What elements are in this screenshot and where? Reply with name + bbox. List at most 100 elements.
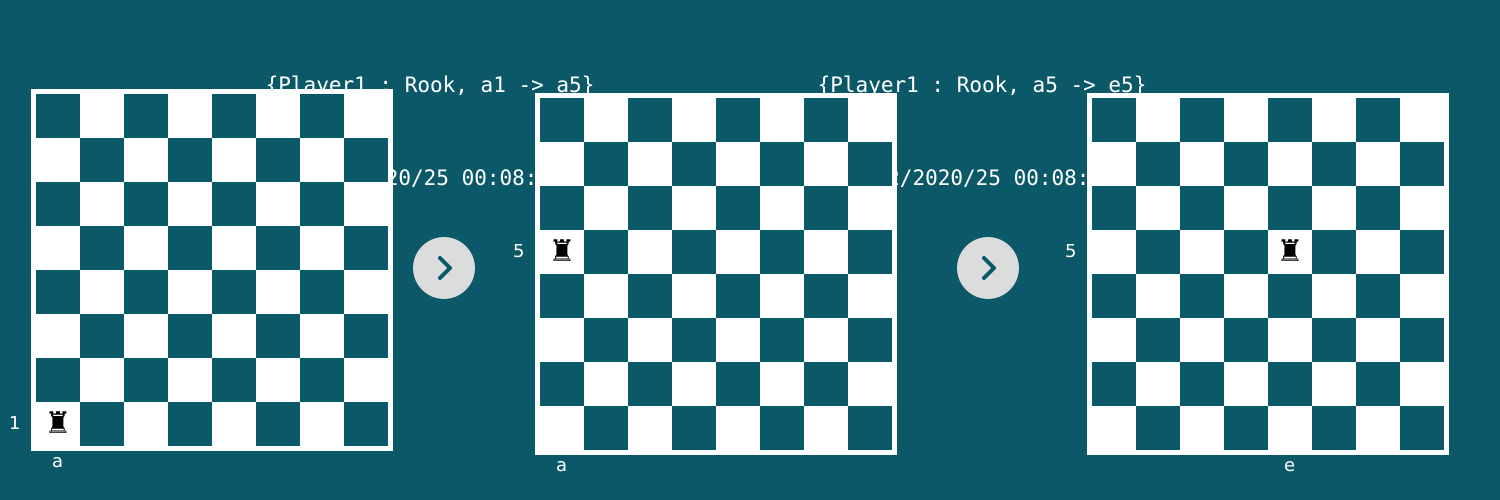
square-b8[interactable] (584, 98, 628, 142)
square-h3[interactable] (1400, 318, 1444, 362)
square-g7[interactable] (804, 142, 848, 186)
square-h7[interactable] (344, 138, 388, 182)
square-c2[interactable] (1180, 362, 1224, 406)
square-d2[interactable] (1224, 362, 1268, 406)
square-e6[interactable] (212, 182, 256, 226)
square-e7[interactable] (1268, 142, 1312, 186)
square-c1[interactable] (628, 406, 672, 450)
square-d7[interactable] (672, 142, 716, 186)
square-c1[interactable] (1180, 406, 1224, 450)
square-e2[interactable] (716, 362, 760, 406)
square-e7[interactable] (212, 138, 256, 182)
square-b3[interactable] (80, 314, 124, 358)
square-e4[interactable] (212, 270, 256, 314)
square-f6[interactable] (1312, 186, 1356, 230)
square-h6[interactable] (848, 186, 892, 230)
square-g1[interactable] (1356, 406, 1400, 450)
square-c3[interactable] (1180, 318, 1224, 362)
square-g2[interactable] (804, 362, 848, 406)
square-f1[interactable] (256, 402, 300, 446)
square-b4[interactable] (80, 270, 124, 314)
square-g2[interactable] (300, 358, 344, 402)
square-a7[interactable] (36, 138, 80, 182)
square-b7[interactable] (80, 138, 124, 182)
square-g5[interactable] (300, 226, 344, 270)
next-move-button[interactable] (957, 237, 1019, 299)
square-g6[interactable] (1356, 186, 1400, 230)
square-f4[interactable] (1312, 274, 1356, 318)
square-h1[interactable] (848, 406, 892, 450)
square-c8[interactable] (628, 98, 672, 142)
square-g8[interactable] (804, 98, 848, 142)
square-c8[interactable] (124, 94, 168, 138)
square-a4[interactable] (540, 274, 584, 318)
square-f3[interactable] (760, 318, 804, 362)
square-a3[interactable] (540, 318, 584, 362)
square-a6[interactable] (540, 186, 584, 230)
square-d3[interactable] (1224, 318, 1268, 362)
square-f7[interactable] (1312, 142, 1356, 186)
square-h6[interactable] (344, 182, 388, 226)
square-b3[interactable] (1136, 318, 1180, 362)
square-c4[interactable] (1180, 274, 1224, 318)
square-c3[interactable] (628, 318, 672, 362)
square-g4[interactable] (804, 274, 848, 318)
square-h3[interactable] (344, 314, 388, 358)
square-e4[interactable] (1268, 274, 1312, 318)
square-e8[interactable] (1268, 98, 1312, 142)
square-c6[interactable] (1180, 186, 1224, 230)
square-h2[interactable] (344, 358, 388, 402)
square-h5[interactable] (344, 226, 388, 270)
square-a8[interactable] (540, 98, 584, 142)
square-e7[interactable] (716, 142, 760, 186)
square-d5[interactable] (1224, 230, 1268, 274)
square-e6[interactable] (1268, 186, 1312, 230)
square-b8[interactable] (80, 94, 124, 138)
square-b6[interactable] (80, 182, 124, 226)
square-a3[interactable] (36, 314, 80, 358)
square-c8[interactable] (1180, 98, 1224, 142)
square-a4[interactable] (36, 270, 80, 314)
square-f1[interactable] (1312, 406, 1356, 450)
square-c5[interactable] (124, 226, 168, 270)
square-c7[interactable] (628, 142, 672, 186)
square-g5[interactable] (1356, 230, 1400, 274)
square-h2[interactable] (848, 362, 892, 406)
square-d4[interactable] (168, 270, 212, 314)
square-b2[interactable] (584, 362, 628, 406)
square-b5[interactable] (584, 230, 628, 274)
square-b4[interactable] (1136, 274, 1180, 318)
square-h7[interactable] (848, 142, 892, 186)
square-c1[interactable] (124, 402, 168, 446)
square-h3[interactable] (848, 318, 892, 362)
square-g3[interactable] (300, 314, 344, 358)
square-f6[interactable] (256, 182, 300, 226)
square-b1[interactable] (80, 402, 124, 446)
square-a1[interactable] (540, 406, 584, 450)
square-g1[interactable] (300, 402, 344, 446)
square-d1[interactable] (1224, 406, 1268, 450)
square-a7[interactable] (540, 142, 584, 186)
square-g6[interactable] (804, 186, 848, 230)
square-c5[interactable] (1180, 230, 1224, 274)
square-d8[interactable] (168, 94, 212, 138)
square-f4[interactable] (760, 274, 804, 318)
square-a5[interactable] (1092, 230, 1136, 274)
square-c2[interactable] (628, 362, 672, 406)
square-g7[interactable] (300, 138, 344, 182)
square-e1[interactable] (716, 406, 760, 450)
square-d8[interactable] (1224, 98, 1268, 142)
square-d4[interactable] (1224, 274, 1268, 318)
square-a2[interactable] (36, 358, 80, 402)
square-e5[interactable] (716, 230, 760, 274)
square-h5[interactable] (848, 230, 892, 274)
square-e5[interactable]: ♜ (1268, 230, 1312, 274)
next-move-button[interactable] (413, 237, 475, 299)
square-a8[interactable] (1092, 98, 1136, 142)
square-e2[interactable] (1268, 362, 1312, 406)
square-b1[interactable] (584, 406, 628, 450)
square-b3[interactable] (584, 318, 628, 362)
square-e3[interactable] (212, 314, 256, 358)
square-g3[interactable] (804, 318, 848, 362)
square-e5[interactable] (212, 226, 256, 270)
